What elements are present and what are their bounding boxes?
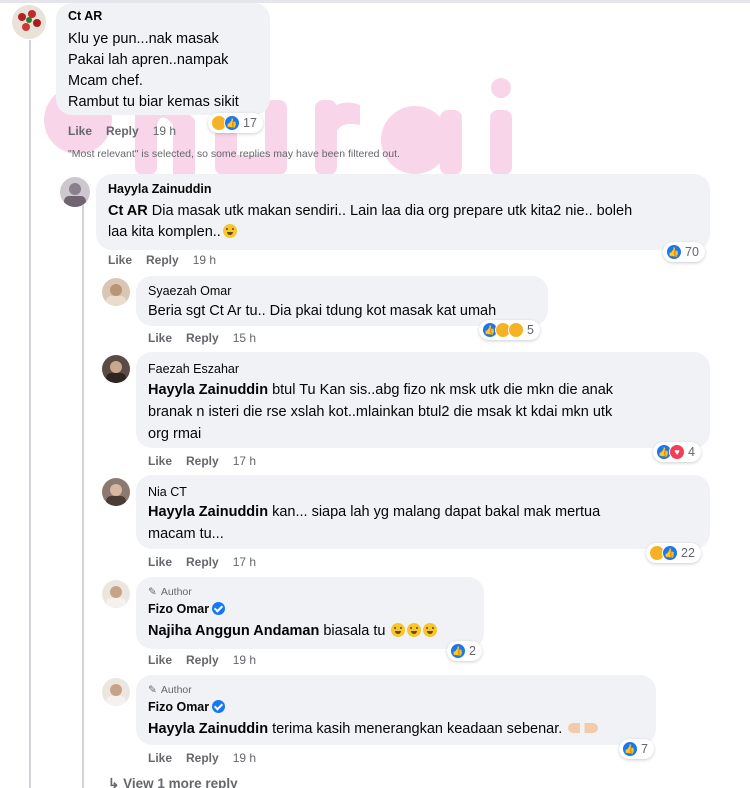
comment-actions: Like Reply 19 h	[68, 124, 190, 138]
like-button[interactable]: Like	[148, 751, 172, 765]
grinning-emoji-icon	[222, 224, 237, 238]
mention-link[interactable]: Hayyla Zainuddin	[148, 382, 268, 398]
verified-badge-icon	[212, 602, 226, 615]
comment-author[interactable]: Fizo Omar	[148, 602, 226, 616]
reply-button[interactable]: Reply	[186, 331, 219, 345]
comment-author[interactable]: Nia CT	[148, 485, 187, 499]
avatar[interactable]	[12, 5, 46, 39]
reply-button[interactable]: Reply	[186, 751, 219, 765]
reaction-summary[interactable]: 👍 17	[208, 113, 263, 133]
mention-link[interactable]: Hayyla Zainuddin	[148, 504, 268, 520]
comment-text-line: Beria sgt Ct Ar tu.. Dia pkai tdung kot …	[148, 303, 497, 319]
comment-text-line: org rmai	[148, 426, 202, 442]
like-reaction-icon: 👍	[622, 741, 638, 757]
comment-actions: Like Reply 19 h	[108, 253, 230, 267]
verified-badge-icon	[212, 700, 226, 713]
comment-text-line: Pakai lah apren..nampak	[68, 52, 229, 68]
timestamp: 19 h	[152, 124, 177, 138]
love-reaction-icon: ♥	[669, 444, 685, 460]
mention-link[interactable]: Ct AR	[108, 203, 148, 219]
comment-text-line: Mcam chef.	[68, 73, 143, 89]
reaction-summary[interactable]: 👍 5	[479, 320, 540, 340]
reaction-summary[interactable]: 👍 7	[619, 739, 654, 759]
comment-actions: Like Reply 17 h	[148, 555, 270, 569]
thread-line-nested	[82, 205, 84, 788]
reaction-count: 7	[641, 742, 648, 756]
comment-author[interactable]: Syaezah Omar	[148, 284, 231, 298]
timestamp: 19 h	[232, 653, 257, 667]
comment-actions: Like Reply 19 h	[148, 653, 270, 667]
comment-text-line: Klu ye pun...nak masak	[68, 31, 219, 47]
comment-author[interactable]: Hayyla Zainuddin	[108, 182, 212, 196]
avatar[interactable]	[102, 278, 130, 306]
thread-line-main	[29, 40, 31, 788]
reaction-summary[interactable]: 👍 70	[663, 242, 705, 262]
avatar[interactable]	[102, 678, 130, 706]
timestamp: 17 h	[232, 454, 257, 468]
reaction-count: 22	[681, 546, 695, 560]
comment-text-line: Ct AR Dia masak utk makan sendiri.. Lain…	[108, 203, 633, 219]
mention-link[interactable]: Najiha Anggun Andaman	[148, 623, 319, 639]
like-button[interactable]: Like	[108, 253, 132, 267]
like-reaction-icon: 👍	[224, 115, 240, 131]
like-reaction-icon: 👍	[662, 545, 678, 561]
reaction-count: 17	[243, 116, 257, 130]
timestamp: 15 h	[232, 331, 257, 345]
reaction-summary[interactable]: 👍 2	[447, 641, 482, 661]
reaction-count: 4	[688, 445, 695, 459]
sad-reaction-icon	[508, 322, 524, 338]
comment-text-line: laa kita komplen..	[108, 222, 237, 243]
comment-actions: Like Reply 19 h	[148, 751, 270, 765]
reply-button[interactable]: Reply	[146, 253, 179, 267]
reaction-summary[interactable]: 👍 ♥ 4	[653, 442, 701, 462]
reaction-count: 5	[527, 323, 534, 337]
emoji-icon	[423, 623, 438, 637]
emoji-icon	[391, 623, 406, 637]
comment-text-line: branak n isteri die rse xslah kot..mlain…	[148, 404, 613, 420]
like-button[interactable]: Like	[148, 331, 172, 345]
author-badge: ✎ Author	[148, 684, 192, 696]
comment-author[interactable]: Faezah Eszahar	[148, 362, 239, 376]
comment-text-line: Rambut tu biar kemas sikit	[68, 94, 239, 110]
pen-icon: ✎	[148, 586, 157, 598]
reply-button[interactable]: Reply	[186, 653, 219, 667]
comment-text-line: Najiha Anggun Andaman biasala tu	[148, 621, 438, 642]
like-button[interactable]: Like	[148, 653, 172, 667]
comment-text-line: Hayyla Zainuddin terima kasih menerangka…	[148, 719, 599, 740]
reaction-count: 70	[685, 245, 699, 259]
pen-icon: ✎	[148, 684, 157, 696]
comment-actions: Like Reply 15 h	[148, 331, 270, 345]
reply-arrow-icon: ↳	[108, 776, 124, 788]
avatar[interactable]	[60, 177, 90, 207]
reply-button[interactable]: Reply	[106, 124, 139, 138]
like-reaction-icon: 👍	[666, 244, 682, 260]
view-more-replies-link[interactable]: ↳ View 1 more reply	[108, 776, 238, 788]
comment-actions: Like Reply 17 h	[148, 454, 270, 468]
reply-button[interactable]: Reply	[186, 454, 219, 468]
timestamp: 19 h	[192, 253, 217, 267]
reaction-summary[interactable]: 👍 22	[646, 543, 701, 563]
like-button[interactable]: Like	[148, 454, 172, 468]
reaction-count: 2	[469, 644, 476, 658]
timestamp: 19 h	[232, 751, 257, 765]
emoji-icon	[407, 623, 422, 637]
comment-text-line: Hayyla Zainuddin btul Tu Kan sis..abg fi…	[148, 382, 614, 398]
comment-author[interactable]: Fizo Omar	[148, 700, 226, 714]
like-button[interactable]: Like	[148, 555, 172, 569]
mention-link[interactable]: Hayyla Zainuddin	[148, 721, 268, 737]
filter-notice: "Most relevant" is selected, so some rep…	[68, 148, 400, 160]
like-button[interactable]: Like	[68, 124, 92, 138]
avatar[interactable]	[102, 580, 130, 608]
comment-text-line: Hayyla Zainuddin kan... siapa lah yg mal…	[148, 504, 601, 520]
timestamp: 17 h	[232, 555, 257, 569]
like-reaction-icon: 👍	[450, 643, 466, 659]
reply-button[interactable]: Reply	[186, 555, 219, 569]
avatar[interactable]	[102, 478, 130, 506]
comment-text-line: macam tu...	[148, 526, 224, 542]
avatar[interactable]	[102, 355, 130, 383]
author-badge: ✎ Author	[148, 586, 192, 598]
comment-author[interactable]: Ct AR	[68, 9, 102, 23]
hands-emoji-icon	[568, 723, 599, 733]
